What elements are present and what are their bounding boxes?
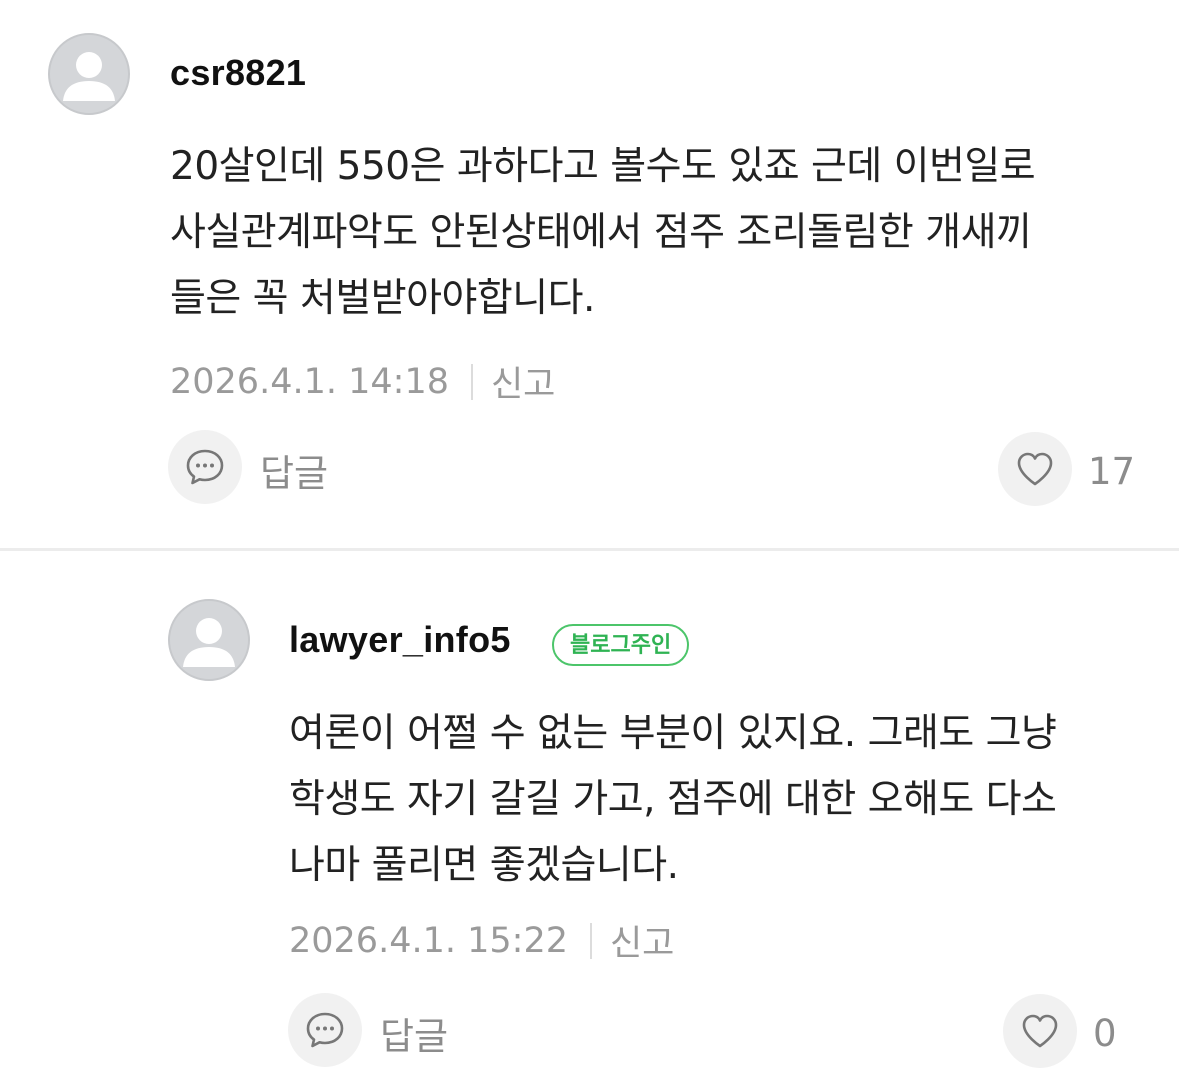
meta-divider xyxy=(589,922,592,959)
blog-owner-badge: 블로그주인 xyxy=(552,624,690,666)
default-profile-icon xyxy=(183,618,235,667)
speech-bubble-icon xyxy=(186,449,224,485)
report-link[interactable]: 신고 xyxy=(610,915,674,966)
like-count: 17 xyxy=(1088,450,1136,493)
speech-bubble-icon xyxy=(306,1012,344,1048)
like-count: 0 xyxy=(1093,1012,1117,1055)
comment-item: csr8821 20살인데 550은 과하다고 볼수도 있죠 근데 이번일로 사… xyxy=(0,0,1179,548)
like-button[interactable] xyxy=(998,432,1072,506)
comment-meta: 2026.4.1. 14:18 신고 xyxy=(170,356,555,407)
comment-text: 여론이 어쩔 수 없는 부분이 있지요. 그래도 그냥 학생도 자기 갈길 가고… xyxy=(289,711,1057,888)
avatar[interactable] xyxy=(48,33,130,115)
username[interactable]: lawyer_info5 xyxy=(289,619,511,661)
reply-button[interactable] xyxy=(288,993,362,1067)
reply-label[interactable]: 답글 xyxy=(260,443,328,497)
default-profile-icon xyxy=(63,52,115,101)
username[interactable]: csr8821 xyxy=(170,52,306,94)
timestamp: 2026.4.1. 15:22 xyxy=(289,920,568,961)
report-link[interactable]: 신고 xyxy=(491,356,555,407)
comment-text: 20살인데 550은 과하다고 볼수도 있죠 근데 이번일로 사실관계파악도 안… xyxy=(170,144,1036,321)
heart-icon xyxy=(1017,452,1053,486)
comment-meta: 2026.4.1. 15:22 신고 xyxy=(289,915,674,966)
heart-icon xyxy=(1022,1014,1058,1048)
timestamp: 2026.4.1. 14:18 xyxy=(170,361,449,402)
like-button[interactable] xyxy=(1003,994,1077,1068)
reply-label[interactable]: 답글 xyxy=(380,1006,448,1060)
reply-button[interactable] xyxy=(168,430,242,504)
meta-divider xyxy=(470,363,473,400)
avatar[interactable] xyxy=(168,599,250,681)
reply-item: lawyer_info5 블로그주인 여론이 어쩔 수 없는 부분이 있지요. … xyxy=(0,551,1179,1092)
